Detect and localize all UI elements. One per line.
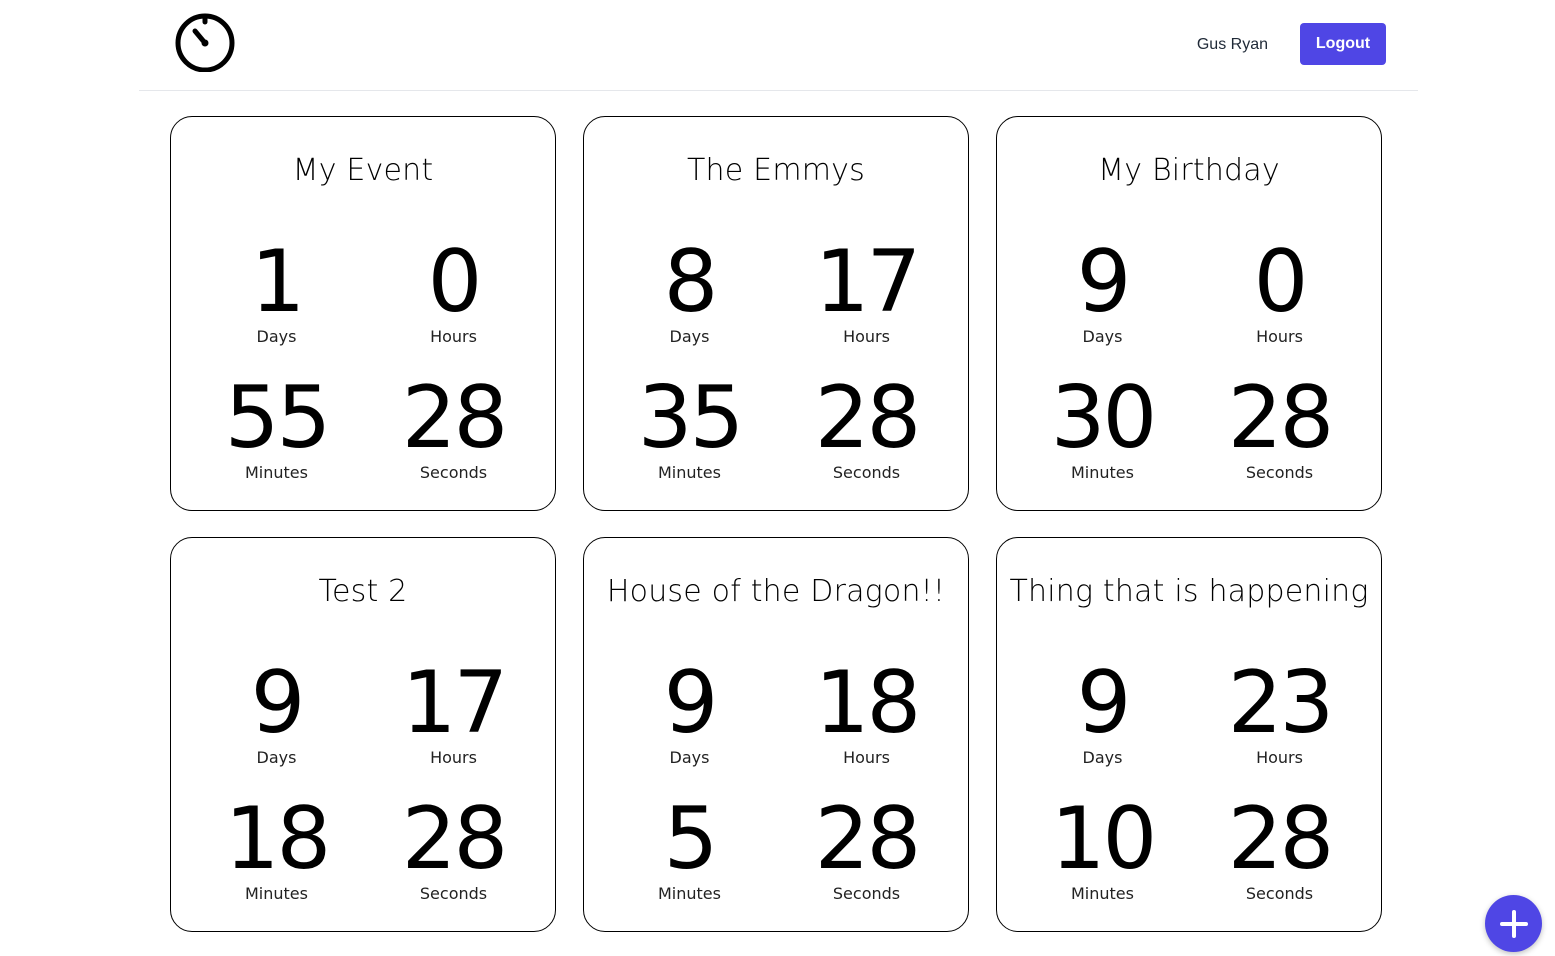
add-event-button[interactable] — [1485, 895, 1542, 952]
days-label: Days — [256, 748, 297, 767]
hours-label: Hours — [843, 748, 890, 767]
days-label: Days — [669, 748, 710, 767]
minutes-label: Minutes — [245, 463, 308, 482]
seconds-value: 28 — [401, 789, 508, 889]
minutes-value: 30 — [1050, 368, 1157, 468]
minutes-value: 10 — [1050, 789, 1157, 889]
card-title: My Event — [292, 153, 434, 188]
logout-button[interactable]: Logout — [1300, 23, 1386, 65]
hours-label: Hours — [843, 327, 890, 346]
countdown-card[interactable]: Test 2 9 Days 17 Hours 18 Minutes 28 Seconds — [170, 537, 556, 932]
hours-value: 17 — [814, 232, 921, 332]
days-unit: 9 Days — [593, 660, 786, 768]
hours-value: 23 — [1227, 653, 1334, 753]
minutes-value: 55 — [224, 368, 331, 468]
hours-label: Hours — [1256, 327, 1303, 346]
seconds-label: Seconds — [832, 463, 901, 482]
hours-value: 0 — [1253, 232, 1309, 332]
timer-icon[interactable] — [174, 10, 236, 72]
user-name: Gus Ryan — [1196, 36, 1268, 53]
hours-unit: 0 Hours — [1183, 239, 1376, 347]
seconds-label: Seconds — [832, 884, 901, 903]
days-unit: 8 Days — [593, 239, 786, 347]
days-value: 9 — [250, 653, 306, 753]
seconds-value: 28 — [401, 368, 508, 468]
days-unit: 9 Days — [1006, 660, 1199, 768]
seconds-value: 28 — [814, 789, 921, 889]
countdown-card[interactable]: My Event 1 Days 0 Hours 55 Minutes 28 Second… — [170, 116, 556, 511]
hours-label: Hours — [1256, 748, 1303, 767]
seconds-label: Seconds — [1245, 884, 1314, 903]
header: Gus Ryan Logout — [139, 0, 1418, 91]
seconds-unit: 28 Seconds — [1183, 375, 1376, 483]
countdown-card[interactable]: Thing that is happening 9 Days 23 Hours 10… — [996, 537, 1382, 932]
days-value: 9 — [1076, 653, 1132, 753]
hours-value: 17 — [401, 653, 508, 753]
seconds-label: Seconds — [419, 884, 488, 903]
days-unit: 1 Days — [180, 239, 373, 347]
seconds-label: Seconds — [419, 463, 488, 482]
minutes-value: 18 — [224, 789, 331, 889]
days-label: Days — [669, 327, 710, 346]
days-label: Days — [1082, 748, 1123, 767]
hours-label: Hours — [430, 748, 477, 767]
hours-unit: 17 Hours — [357, 660, 550, 768]
days-unit: 9 Days — [180, 660, 373, 768]
minutes-label: Minutes — [1071, 463, 1134, 482]
plus-icon — [1499, 909, 1528, 938]
seconds-unit: 28 Seconds — [357, 796, 550, 904]
days-label: Days — [256, 327, 297, 346]
seconds-value: 28 — [1227, 789, 1334, 889]
countdown-card[interactable]: House of the Dragon!! 9 Days 18 Hours 5 Min… — [583, 537, 969, 932]
hours-unit: 18 Hours — [770, 660, 963, 768]
days-unit: 9 Days — [1006, 239, 1199, 347]
card-title: Test 2 — [318, 574, 408, 609]
card-title: Thing that is happening — [1009, 574, 1369, 609]
hours-unit: 0 Hours — [357, 239, 550, 347]
days-value: 9 — [663, 653, 719, 753]
minutes-unit: 10 Minutes — [1006, 796, 1199, 904]
minutes-unit: 5 Minutes — [593, 796, 786, 904]
seconds-value: 28 — [1227, 368, 1334, 468]
seconds-unit: 28 Seconds — [357, 375, 550, 483]
minutes-value: 5 — [663, 789, 719, 889]
minutes-unit: 35 Minutes — [593, 375, 786, 483]
minutes-unit: 18 Minutes — [180, 796, 373, 904]
minutes-value: 35 — [637, 368, 744, 468]
seconds-label: Seconds — [1245, 463, 1314, 482]
days-value: 1 — [250, 232, 306, 332]
minutes-unit: 55 Minutes — [180, 375, 373, 483]
seconds-value: 28 — [814, 368, 921, 468]
hours-value: 0 — [427, 232, 483, 332]
minutes-label: Minutes — [1071, 884, 1134, 903]
minutes-label: Minutes — [658, 463, 721, 482]
hours-unit: 17 Hours — [770, 239, 963, 347]
minutes-unit: 30 Minutes — [1006, 375, 1199, 483]
seconds-unit: 28 Seconds — [1183, 796, 1376, 904]
seconds-unit: 28 Seconds — [770, 796, 963, 904]
card-title: My Birthday — [1098, 153, 1280, 188]
days-label: Days — [1082, 327, 1123, 346]
days-value: 9 — [1076, 232, 1132, 332]
hours-unit: 23 Hours — [1183, 660, 1376, 768]
countdown-card[interactable]: My Birthday 9 Days 0 Hours 30 Minutes 28 Sec… — [996, 116, 1382, 511]
seconds-unit: 28 Seconds — [770, 375, 963, 483]
hours-value: 18 — [814, 653, 921, 753]
card-title: House of the Dragon!! — [606, 574, 946, 609]
card-title: The Emmys — [687, 153, 865, 188]
minutes-label: Minutes — [658, 884, 721, 903]
countdown-card[interactable]: The Emmys 8 Days 17 Hours 35 Minutes 28 Seco… — [583, 116, 969, 511]
hours-label: Hours — [430, 327, 477, 346]
minutes-label: Minutes — [245, 884, 308, 903]
days-value: 8 — [663, 232, 719, 332]
